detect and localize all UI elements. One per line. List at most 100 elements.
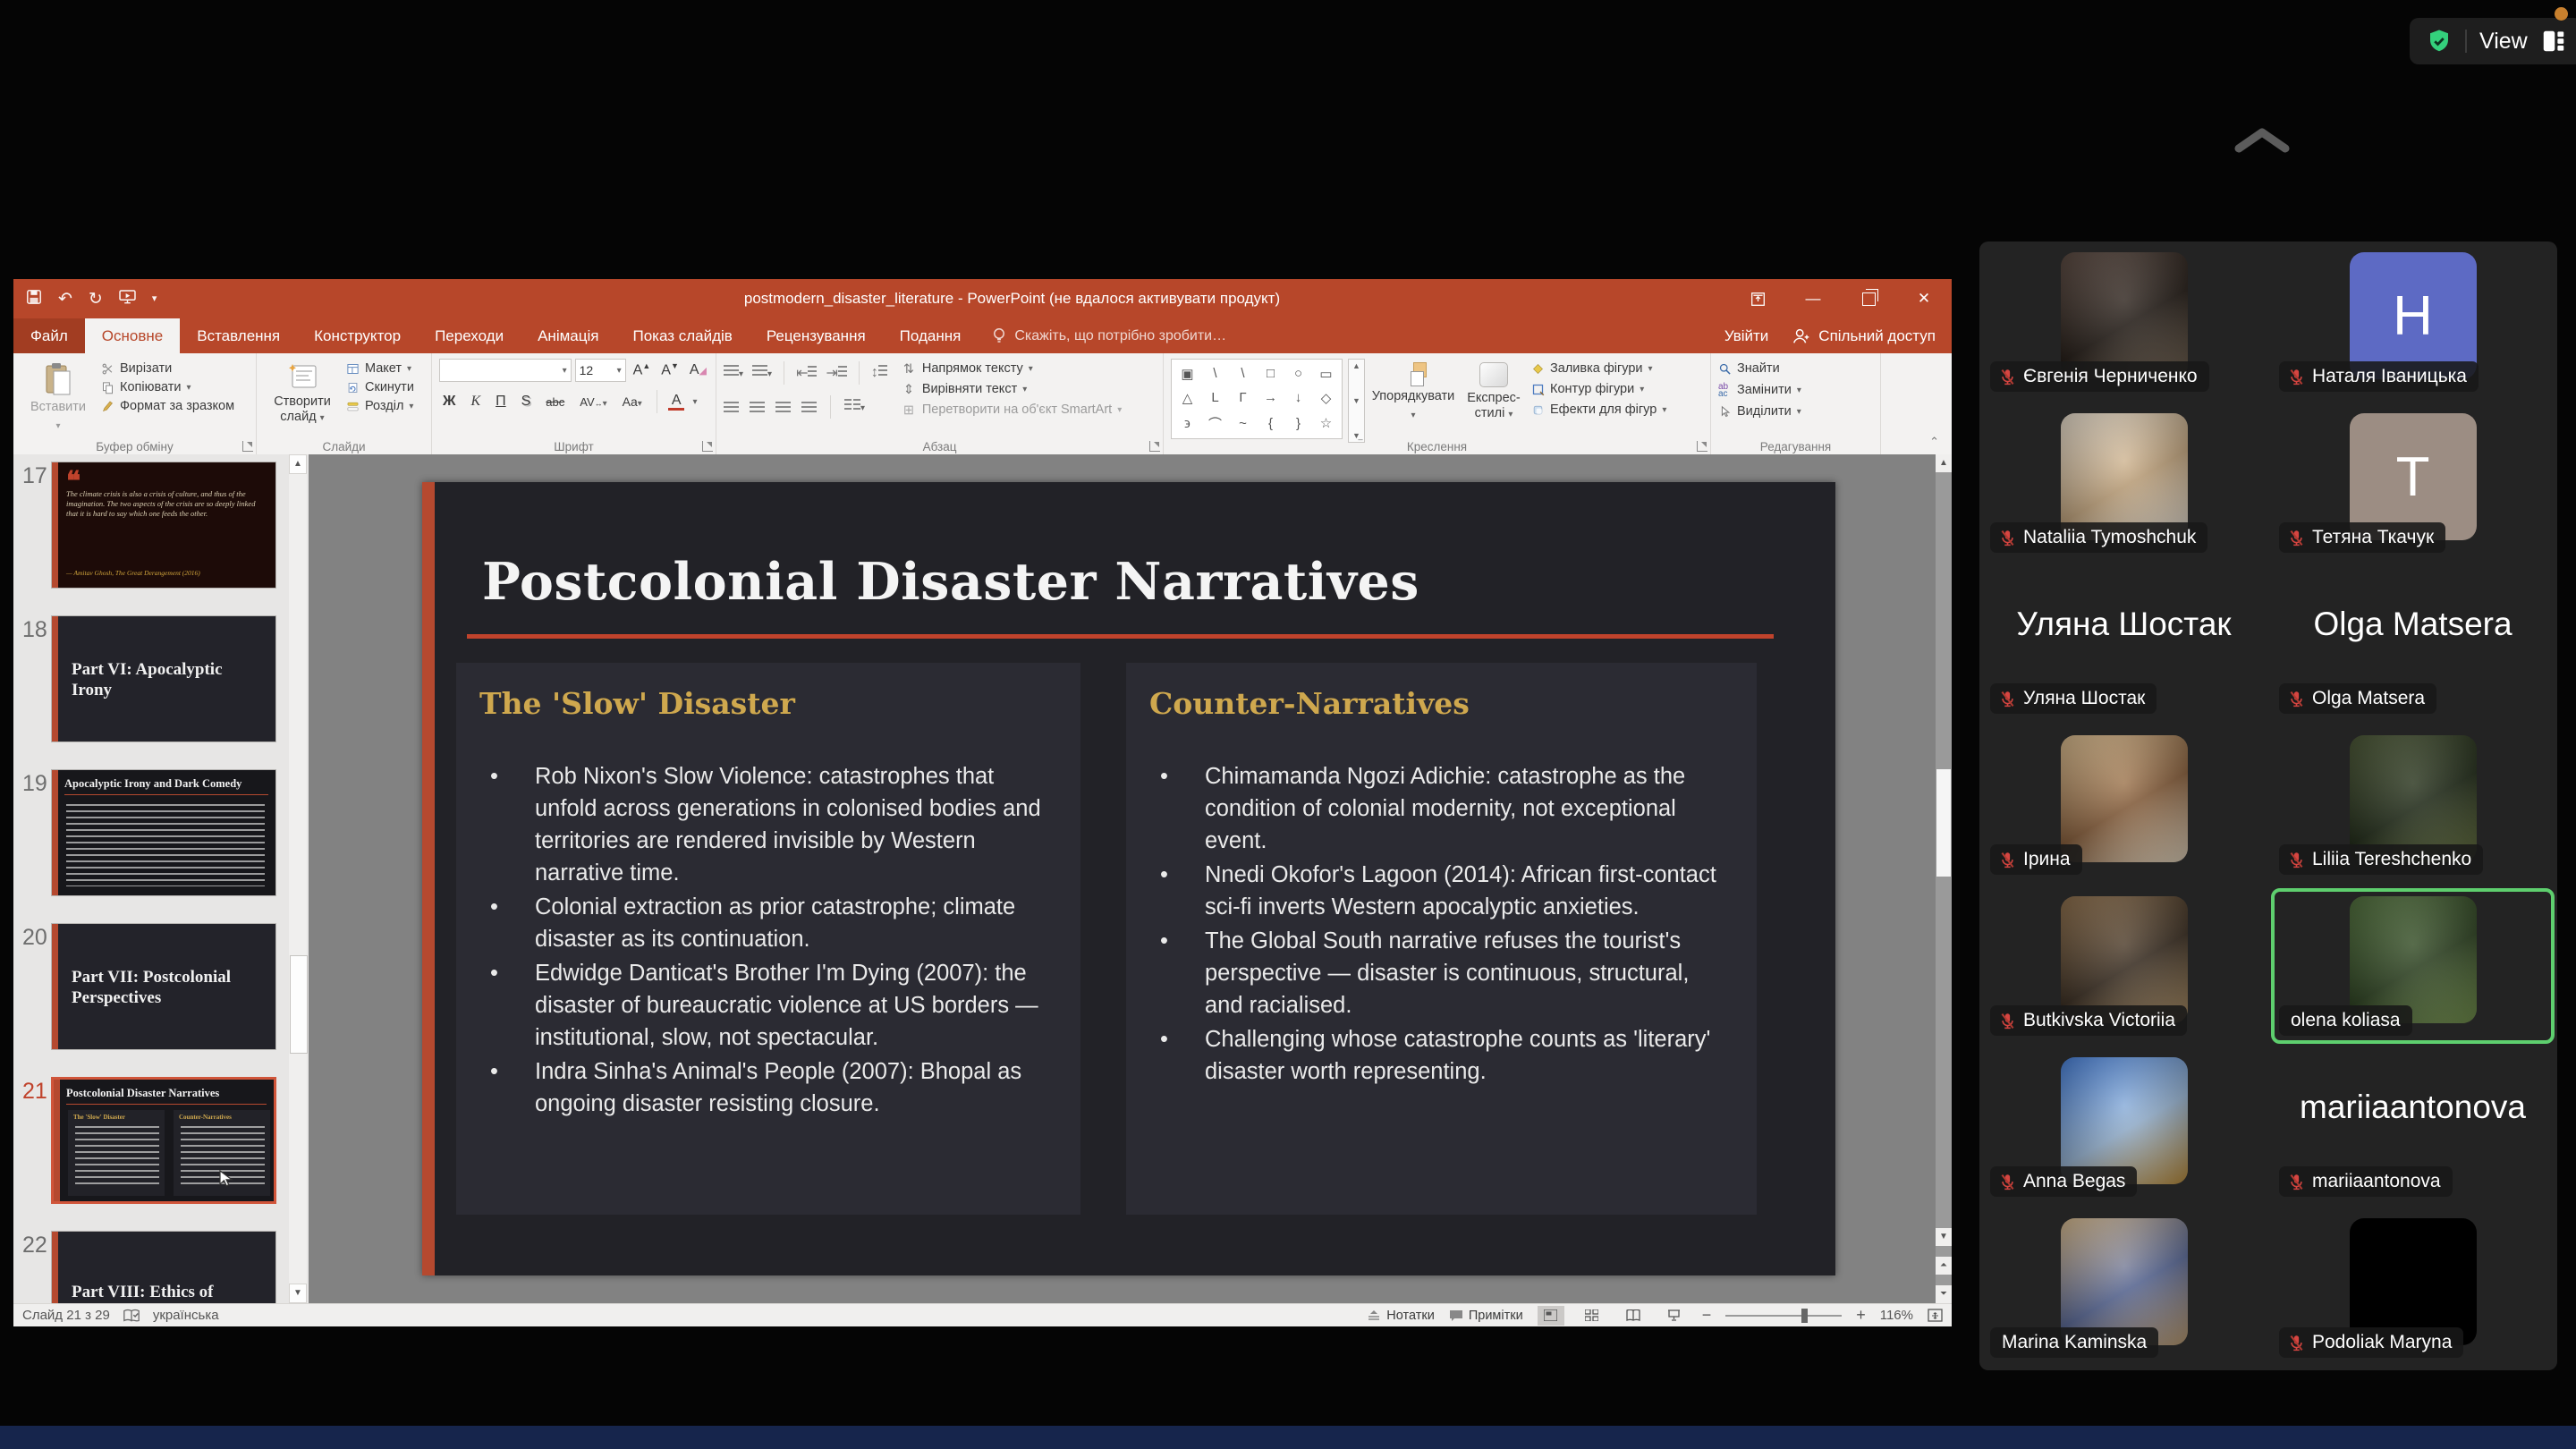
next-slide-button[interactable]: ⏷: [1936, 1285, 1952, 1303]
shape-glyph[interactable]: {: [1268, 416, 1273, 431]
align-text-button[interactable]: ⇕ Вирівняти текст▾: [903, 382, 1122, 396]
tab-Анімація[interactable]: Анімація: [521, 318, 615, 353]
columns-button[interactable]: ▾: [844, 399, 865, 415]
shape-glyph[interactable]: ▭: [1319, 366, 1332, 382]
close-button[interactable]: ✕: [1896, 279, 1952, 318]
current-slide[interactable]: Postcolonial Disaster Narratives The 'Sl…: [422, 482, 1835, 1275]
slide-thumbnail-panel[interactable]: 17❝The climate crisis is also a crisis o…: [13, 454, 309, 1303]
reading-view-button[interactable]: [1620, 1306, 1647, 1326]
align-left-button[interactable]: [724, 402, 739, 413]
participant-tile-podoliak-maryna[interactable]: Podoliak Maryna: [2268, 1208, 2557, 1368]
smartart-button[interactable]: ⊞ Перетворити на об'єкт SmartArt▾: [903, 402, 1122, 417]
tab-Вставлення[interactable]: Вставлення: [180, 318, 297, 353]
clipboard-dialog-launcher[interactable]: [242, 441, 253, 452]
tab-Показ слайдів[interactable]: Показ слайдів: [615, 318, 749, 353]
select-button[interactable]: Виділити▾: [1718, 404, 1801, 419]
shape-gallery[interactable]: ▣\\□○▭△LΓ→↓◇϶⌒~{}☆: [1171, 359, 1343, 439]
text-shadow-button[interactable]: S: [518, 393, 535, 411]
participant-tile-olena-koliasa[interactable]: olena koliasa: [2268, 886, 2557, 1046]
slide-thumbnail-22[interactable]: Part VIII: Ethics of: [51, 1231, 276, 1303]
decrease-indent-button[interactable]: ⇤: [796, 364, 817, 382]
share-button[interactable]: Спільний доступ: [1792, 327, 1936, 345]
shape-glyph[interactable]: △: [1182, 390, 1193, 406]
italic-button[interactable]: К: [467, 393, 484, 411]
shape-outline-button[interactable]: Контур фігури▾: [1531, 382, 1666, 396]
slide-thumbnail-18[interactable]: Part VI: Apocalyptic Irony: [51, 615, 276, 742]
tell-me-box[interactable]: Скажіть, що потрібно зробити…: [978, 318, 1241, 353]
participant-tile-євгенія-черниченко[interactable]: Євгенія Черниченко: [1979, 242, 2268, 402]
meeting-controls-chevron[interactable]: [2232, 122, 2292, 162]
scrollbar-thumb[interactable]: [1936, 769, 1951, 877]
zoom-in-button[interactable]: +: [1856, 1306, 1866, 1325]
change-case-button[interactable]: Aa▾: [619, 394, 646, 410]
participant-tile-marina-kaminska[interactable]: Marina Kaminska: [1979, 1208, 2268, 1368]
shape-gallery-scrollbar[interactable]: ▲▼▼̲: [1348, 359, 1365, 443]
increase-indent-button[interactable]: ⇥: [826, 364, 846, 382]
font-size-combo[interactable]: 12▾: [575, 359, 626, 382]
language-indicator[interactable]: українська: [153, 1308, 219, 1323]
slide-thumbnail-20[interactable]: Part VII: Postcolonial Perspectives: [51, 923, 276, 1050]
notes-button[interactable]: Нотатки: [1367, 1309, 1435, 1323]
shape-glyph[interactable]: Γ: [1239, 390, 1246, 405]
replace-button[interactable]: abac Замінити▾: [1718, 383, 1801, 397]
character-spacing-button[interactable]: AV↔▾: [576, 394, 610, 410]
cut-button[interactable]: Вирізати: [101, 361, 234, 376]
arrange-button[interactable]: Упорядкувати ▾: [1370, 359, 1456, 436]
zoom-percentage[interactable]: 116%: [1880, 1308, 1913, 1323]
customize-qat-icon[interactable]: ▾: [152, 294, 157, 304]
ribbon-display-options-button[interactable]: [1730, 279, 1785, 318]
paste-button[interactable]: Вставити ▾: [21, 359, 96, 436]
participant-tile-olga-matsera[interactable]: Olga Matsera Olga Matsera: [2268, 564, 2557, 724]
text-direction-button[interactable]: ⇅ Напрямок тексту▾: [903, 361, 1122, 376]
shape-glyph[interactable]: □: [1267, 366, 1275, 381]
shape-glyph[interactable]: ~: [1239, 416, 1247, 431]
numbering-button[interactable]: ▾: [752, 365, 772, 381]
shape-glyph[interactable]: L: [1211, 390, 1218, 405]
participant-tile-nataliia-tymoshchuk[interactable]: Nataliia Tymoshchuk: [1979, 402, 2268, 564]
grow-font-button[interactable]: А▲: [630, 360, 655, 379]
underline-button[interactable]: П: [492, 393, 510, 411]
reset-button[interactable]: Скинути: [346, 380, 414, 394]
comments-button[interactable]: Примітки: [1449, 1309, 1523, 1323]
shape-glyph[interactable]: \: [1213, 366, 1216, 381]
fit-to-window-icon[interactable]: [1928, 1309, 1943, 1322]
shape-glyph[interactable]: ϶: [1184, 416, 1191, 431]
drawing-dialog-launcher[interactable]: [1697, 441, 1707, 452]
paragraph-dialog-launcher[interactable]: [1149, 441, 1160, 452]
zoom-slider[interactable]: [1725, 1315, 1842, 1317]
previous-slide-button[interactable]: ⏶: [1936, 1257, 1952, 1275]
section-button[interactable]: Розділ▾: [346, 399, 414, 413]
tab-Рецензування[interactable]: Рецензування: [750, 318, 883, 353]
slide-sorter-view-button[interactable]: [1579, 1306, 1606, 1326]
scroll-up-arrow[interactable]: ▲: [1936, 454, 1952, 472]
align-right-button[interactable]: [775, 402, 791, 413]
new-slide-button[interactable]: Створитислайд ▾: [264, 359, 341, 436]
slide-scrollbar[interactable]: ▲ ▼ ⏶ ⏷: [1936, 454, 1952, 1303]
shrink-font-button[interactable]: А▼: [657, 360, 682, 379]
font-dialog-launcher[interactable]: [702, 441, 713, 452]
shape-glyph[interactable]: ☆: [1320, 415, 1332, 431]
scroll-down-arrow[interactable]: ▼: [289, 1284, 307, 1303]
font-color-button[interactable]: А: [668, 393, 685, 411]
undo-icon[interactable]: ↶: [58, 291, 72, 308]
shape-glyph[interactable]: ▣: [1181, 366, 1193, 382]
shape-fill-button[interactable]: Заливка фігури▾: [1531, 361, 1666, 376]
participant-tile-ірина[interactable]: Ірина: [1979, 724, 2268, 886]
tab-Конструктор[interactable]: Конструктор: [297, 318, 418, 353]
participant-tile-тетяна-ткачук[interactable]: Т Тетяна Ткачук: [2268, 402, 2557, 564]
shape-glyph[interactable]: }: [1296, 416, 1301, 431]
slide-thumbnail-21[interactable]: Postcolonial Disaster NarrativesThe 'Slo…: [51, 1077, 276, 1204]
format-painter-button[interactable]: Формат за зразком: [101, 399, 234, 413]
participant-tile-butkivska-victoriia[interactable]: Butkivska Victoriia: [1979, 886, 2268, 1046]
tab-Переходи[interactable]: Переходи: [418, 318, 521, 353]
layout-button[interactable]: Макет▾: [346, 361, 414, 376]
participant-tile-anna-begas[interactable]: Anna Begas: [1979, 1046, 2268, 1208]
find-button[interactable]: Знайти: [1718, 361, 1801, 376]
zoom-slider-knob[interactable]: [1801, 1309, 1808, 1323]
scrollbar-thumb[interactable]: [290, 955, 308, 1054]
start-slideshow-icon[interactable]: [119, 290, 136, 308]
strikethrough-button[interactable]: abc: [542, 394, 568, 410]
scroll-up-arrow[interactable]: ▲: [289, 454, 307, 474]
thumbnail-scrollbar[interactable]: ▲▼: [289, 454, 307, 1303]
justify-button[interactable]: [801, 402, 817, 413]
